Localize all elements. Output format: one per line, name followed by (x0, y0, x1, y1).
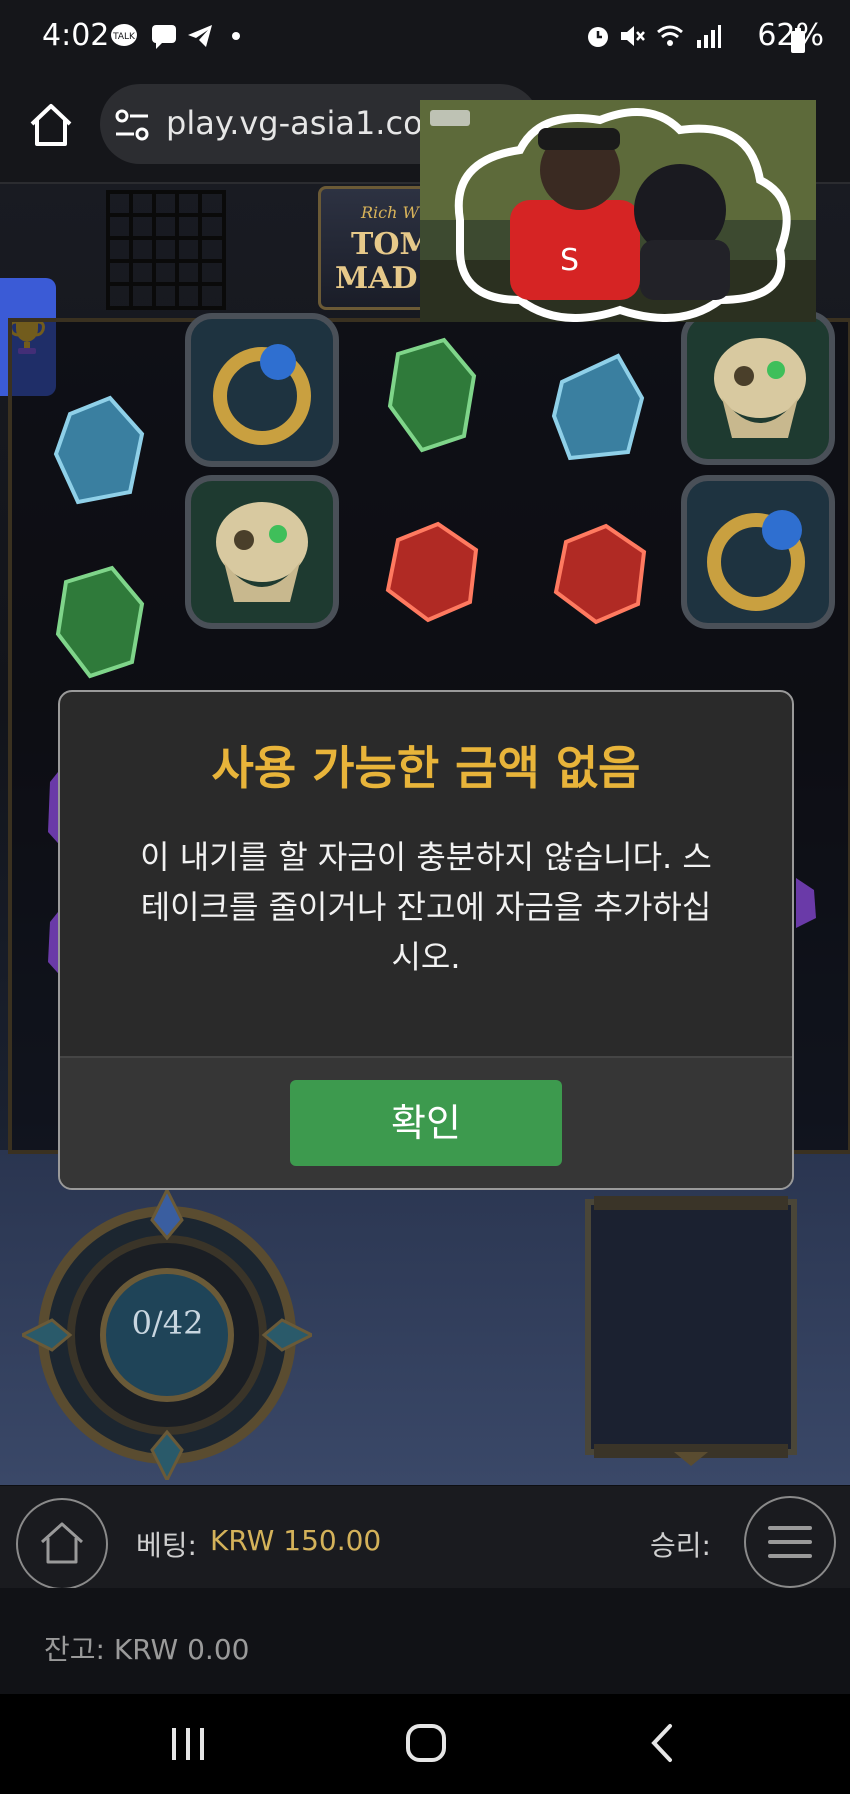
home-icon (40, 1522, 84, 1564)
browser-home-icon[interactable] (26, 100, 76, 150)
purple-gem-symbol (796, 878, 816, 928)
blue-gem-symbol (53, 395, 145, 505)
chat-icon (152, 25, 176, 49)
red-gem-symbol (553, 523, 647, 625)
svg-text:S: S (560, 243, 579, 278)
status-time: 4:02 (42, 18, 110, 53)
skull-symbol (185, 475, 339, 629)
svg-text:TALK: TALK (112, 32, 136, 42)
video-frame: S (420, 100, 816, 322)
dialog-footer: 확인 (60, 1056, 792, 1188)
feature-frame (585, 1196, 797, 1466)
dialog-title: 사용 가능한 금액 없음 (211, 741, 641, 795)
android-nav-bar (0, 1694, 850, 1794)
talk-icon: TALK (111, 24, 137, 46)
menu-button[interactable] (744, 1496, 836, 1588)
alarm-icon (588, 27, 608, 47)
ring-symbol (185, 313, 339, 467)
wifi-icon (657, 25, 683, 46)
logo-line-3: MAD (335, 261, 418, 296)
video-overlay[interactable]: S (420, 100, 816, 322)
logo-line-1: Rich W (361, 203, 419, 222)
balance-text: 잔고: KRW 0.00 (44, 1633, 250, 1666)
bet-label: 베팅: (136, 1529, 197, 1562)
green-gem-symbol (387, 337, 477, 453)
telegram-icon (188, 25, 212, 47)
blue-gem-symbol (551, 353, 645, 461)
site-settings-icon[interactable] (114, 108, 150, 142)
game-home-button[interactable] (16, 1498, 108, 1590)
win-label: 승리: (650, 1529, 711, 1562)
dialog-message-line: 시오. (391, 938, 461, 976)
insufficient-funds-dialog: 사용 가능한 금액 없음 이 내기를 할 자금이 충분하지 않습니다. 스 테이… (58, 690, 794, 1190)
ok-button[interactable]: 확인 (290, 1080, 562, 1166)
control-bar (0, 1486, 850, 1588)
ring-symbol (681, 475, 835, 629)
home-nav-icon[interactable] (404, 1722, 448, 1764)
paytable-grid-icon[interactable] (106, 190, 226, 310)
red-gem-symbol (385, 521, 479, 623)
hamburger-icon (768, 1526, 812, 1558)
signal-icon (697, 25, 721, 48)
skull-symbol (681, 311, 835, 465)
battery-icon (791, 28, 805, 53)
back-icon[interactable] (648, 1722, 676, 1764)
dialog-message-line: 이 내기를 할 자금이 충분하지 않습니다. 스 (140, 838, 712, 876)
dot-icon (232, 32, 240, 40)
url-text[interactable]: play.vg-asia1.com (166, 104, 454, 142)
dialog-message-line: 테이크를 줄이거나 잔고에 자금을 추가하십 (140, 888, 712, 926)
bet-value[interactable]: KRW 150.00 (210, 1524, 381, 1557)
green-gem-symbol (55, 565, 145, 679)
mute-icon (621, 26, 645, 46)
dialog-message: 이 내기를 할 자금이 충분하지 않습니다. 스 테이크를 줄이거나 잔고에 자… (96, 832, 756, 982)
recent-apps-icon[interactable] (168, 1726, 208, 1762)
gem-counter-text: 0/42 (131, 1304, 204, 1342)
